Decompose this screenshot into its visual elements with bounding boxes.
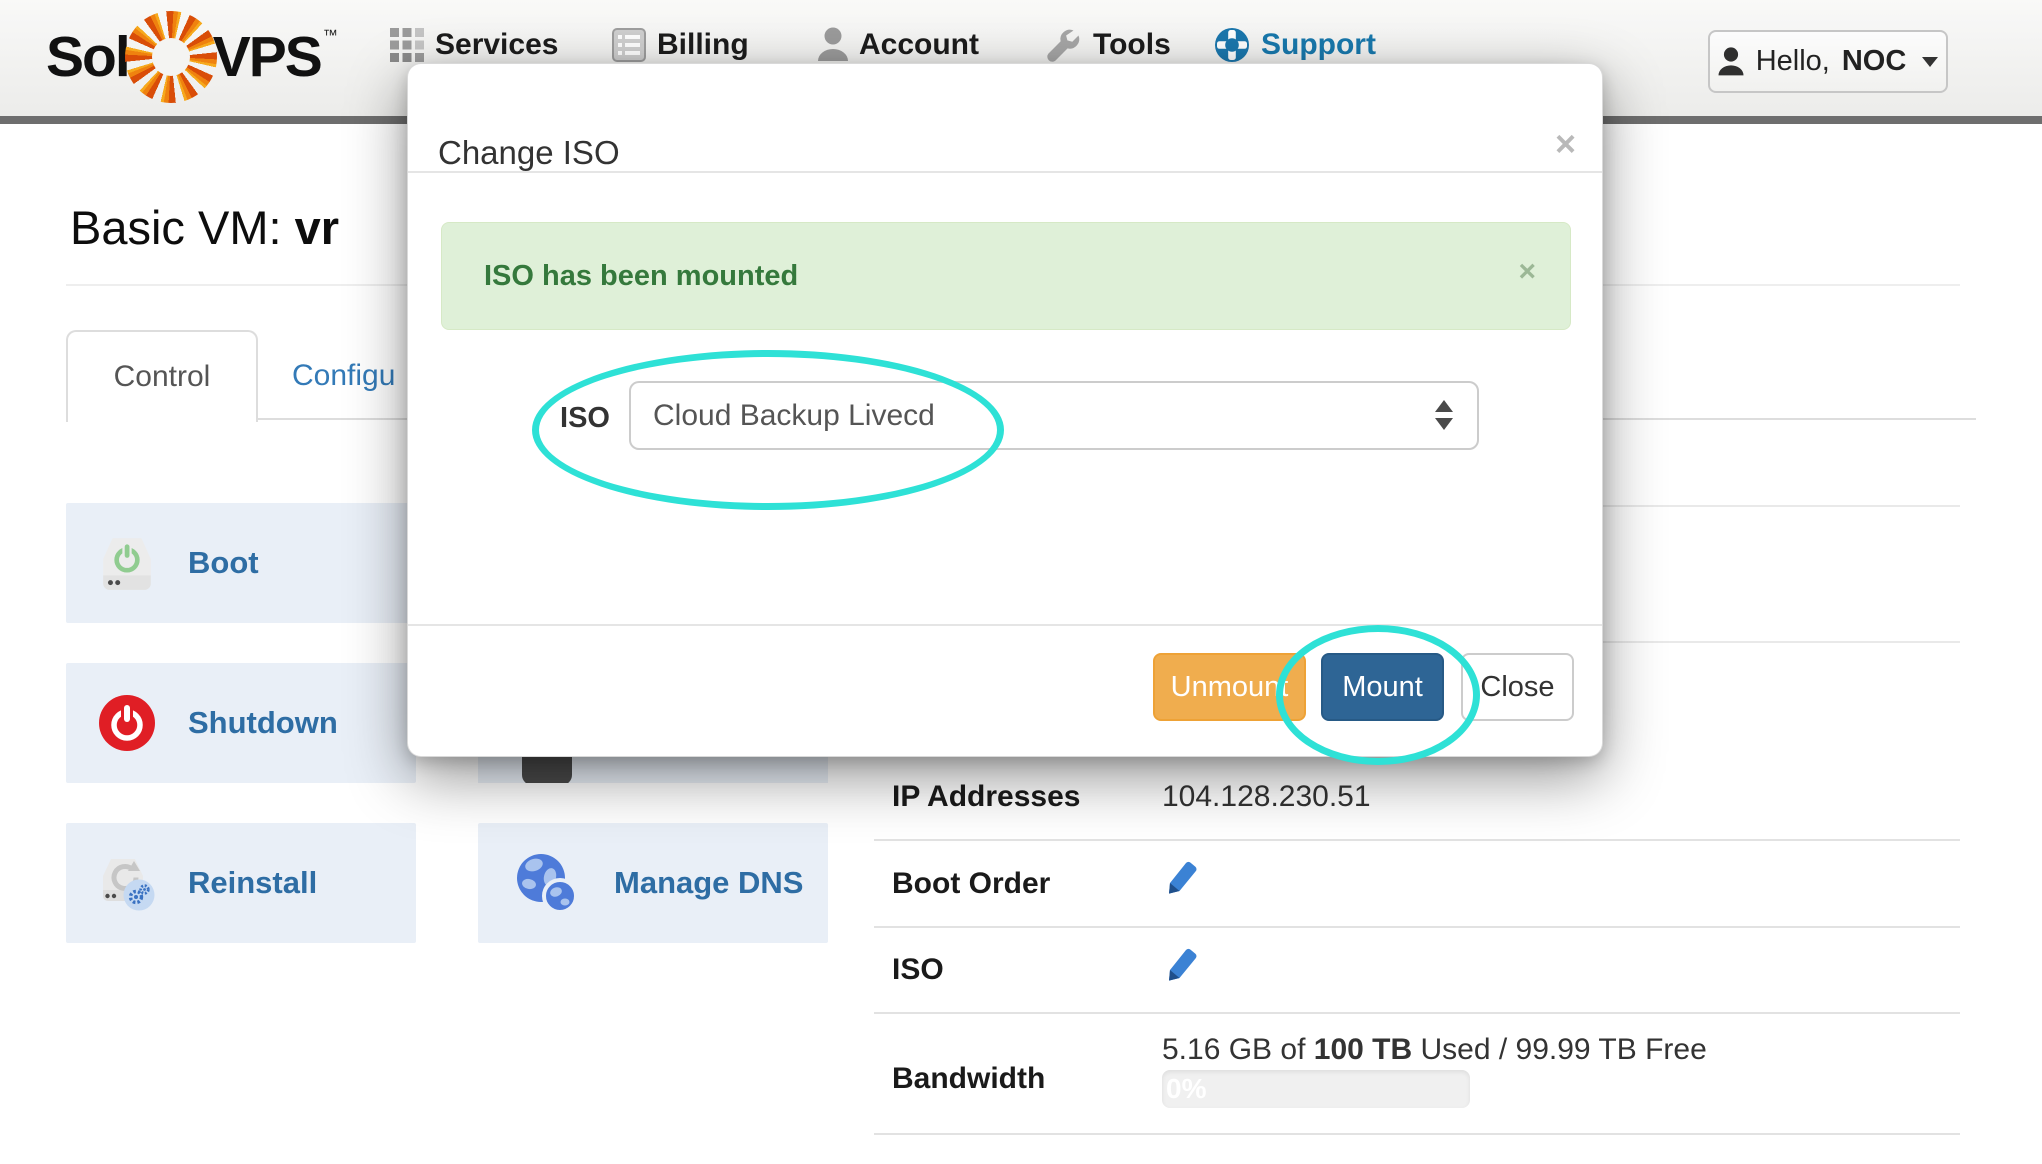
- nav-label: Services: [435, 28, 558, 62]
- sun-swirl-icon: [125, 11, 217, 103]
- iso-field-label: ISO: [528, 402, 610, 435]
- mount-button[interactable]: Mount: [1321, 653, 1444, 721]
- bandwidth-suffix: Used / 99.99 TB Free: [1412, 1033, 1707, 1066]
- globe-icon: [478, 851, 614, 915]
- nav-item-support[interactable]: Support: [1214, 24, 1376, 66]
- detail-label-boot-order: Boot Order: [892, 867, 1050, 901]
- invoice-icon: [612, 28, 646, 62]
- detail-label-ip: IP Addresses: [892, 780, 1080, 814]
- change-iso-modal: Change ISO × ISO has been mounted × ISO …: [407, 63, 1603, 757]
- solvps-logo[interactable]: Sol VPS ™: [46, 8, 338, 106]
- page-title-prefix: Basic VM:: [70, 201, 295, 254]
- trademark-symbol: ™: [323, 27, 338, 44]
- boot-button[interactable]: Boot: [66, 503, 416, 623]
- tab-label: Configu: [292, 359, 395, 393]
- alert-close-icon[interactable]: ×: [1518, 257, 1536, 287]
- page-title: Basic VM: vr: [70, 200, 339, 255]
- power-icon: [66, 694, 188, 752]
- modal-title: Change ISO: [438, 134, 620, 172]
- nav-item-billing[interactable]: Billing: [612, 24, 749, 66]
- logo-text-vps: VPS: [213, 24, 321, 90]
- alert-message: ISO has been mounted: [484, 223, 798, 329]
- detail-label-bandwidth: Bandwidth: [892, 1062, 1045, 1096]
- logo-text-sol: Sol: [46, 24, 129, 90]
- pencil-icon[interactable]: [1162, 943, 1202, 983]
- grid-icon: [390, 28, 424, 62]
- detail-row-divider: [874, 1133, 1960, 1135]
- user-menu-button[interactable]: Hello, NOC: [1708, 30, 1948, 93]
- card-label: Reinstall: [188, 865, 317, 901]
- bandwidth-usage-text: 5.16 GB of 100 TB Used / 99.99 TB Free: [1162, 1033, 1707, 1067]
- detail-row-divider: [874, 926, 1960, 928]
- pencil-icon[interactable]: [1162, 856, 1202, 896]
- bandwidth-progress-bar: 0%: [1162, 1070, 1470, 1108]
- page-title-vm-name: vr: [295, 201, 339, 254]
- modal-header-divider: [408, 171, 1602, 173]
- unmount-button[interactable]: Unmount: [1153, 653, 1306, 721]
- user-greeting: Hello,: [1756, 45, 1830, 78]
- detail-value-ip: 104.128.230.51: [1162, 780, 1371, 814]
- modal-close-icon[interactable]: ×: [1555, 126, 1576, 162]
- iso-select-value: Cloud Backup Livecd: [653, 399, 935, 433]
- detail-label-iso: ISO: [892, 953, 944, 987]
- vps-control-panel: Sol VPS ™ Services Billing Account: [0, 0, 2042, 1164]
- bandwidth-quota: 100 TB: [1314, 1033, 1412, 1066]
- reinstall-icon: [66, 853, 188, 913]
- nav-item-tools[interactable]: Tools: [1042, 24, 1171, 66]
- card-label: Manage DNS: [614, 865, 803, 901]
- life-ring-icon: [1214, 27, 1250, 63]
- reinstall-button[interactable]: Reinstall: [66, 823, 416, 943]
- card-label: Boot: [188, 545, 259, 581]
- tab-control[interactable]: Control: [66, 330, 258, 422]
- nav-item-account[interactable]: Account: [818, 24, 979, 66]
- shutdown-button[interactable]: Shutdown: [66, 663, 416, 783]
- user-name: NOC: [1842, 45, 1906, 78]
- modal-footer-divider: [408, 624, 1602, 626]
- success-alert: ISO has been mounted ×: [441, 222, 1571, 330]
- bandwidth-prefix: 5.16 GB of: [1162, 1033, 1314, 1066]
- boot-server-icon: [66, 534, 188, 592]
- nav-item-services[interactable]: Services: [390, 24, 558, 66]
- tab-configuration[interactable]: Configu: [292, 356, 395, 396]
- card-label: Shutdown: [188, 705, 338, 741]
- nav-label: Support: [1261, 28, 1376, 62]
- close-button[interactable]: Close: [1461, 653, 1574, 721]
- detail-row-divider: [874, 1012, 1960, 1014]
- person-icon: [818, 27, 848, 63]
- nav-label: Tools: [1093, 28, 1171, 62]
- wrench-icon: [1042, 25, 1082, 65]
- nav-label: Account: [859, 28, 979, 62]
- nav-label: Billing: [657, 28, 749, 62]
- manage-dns-button[interactable]: Manage DNS: [478, 823, 828, 943]
- tab-label: Control: [114, 360, 211, 394]
- detail-row-divider: [874, 839, 1960, 841]
- chevron-down-icon: [1922, 57, 1938, 67]
- iso-select[interactable]: Cloud Backup Livecd: [629, 381, 1479, 450]
- select-arrows-icon: [1435, 400, 1453, 430]
- progress-percent-label: 0%: [1162, 1073, 1206, 1105]
- user-icon: [1718, 47, 1744, 77]
